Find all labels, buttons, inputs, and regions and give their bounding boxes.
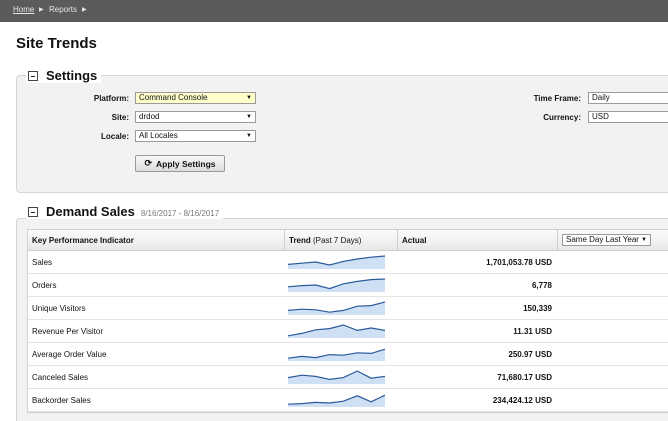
table-row: Revenue Per Visitor 11.31 USD xyxy=(28,320,668,343)
table-row: Unique Visitors 150,339 xyxy=(28,297,668,320)
currency-label: Currency: xyxy=(543,113,581,122)
breadcrumb-separator-icon: ▶ xyxy=(82,7,87,13)
apply-settings-button[interactable]: ⟳ Apply Settings xyxy=(135,155,225,172)
kpi-name: Sales xyxy=(32,258,53,267)
collapse-settings-toggle[interactable] xyxy=(28,70,38,81)
kpi-name: Canceled Sales xyxy=(32,373,89,382)
sparkline-chart xyxy=(287,348,386,361)
demand-sales-header: Demand Sales 8/16/2017 - 8/16/2017 xyxy=(26,204,224,219)
site-label: Site: xyxy=(111,113,129,122)
breadcrumb-separator-icon: ▶ xyxy=(39,7,44,13)
col-trend-subtitle: (Past 7 Days) xyxy=(313,236,362,245)
demand-sales-title: Demand Sales xyxy=(46,204,135,219)
settings-header: Settings xyxy=(26,68,102,83)
currency-select[interactable]: USD xyxy=(588,111,668,123)
kpi-name: Average Order Value xyxy=(32,350,107,359)
actual-value: 250.97 USD xyxy=(508,350,552,359)
chevron-down-icon: ▼ xyxy=(246,95,252,101)
table-row: Sales 1,701,053.78 USD xyxy=(28,251,668,274)
sparkline-chart xyxy=(287,278,386,292)
timeframe-value: Daily xyxy=(592,93,610,102)
compare-period-select[interactable]: Same Day Last Year ▼ xyxy=(562,234,651,246)
sparkline-chart xyxy=(287,370,386,384)
site-select[interactable]: drdod ▼ xyxy=(135,111,256,123)
platform-label: Platform: xyxy=(93,94,129,103)
table-row: Average Order Value 250.97 USD xyxy=(28,343,668,366)
settings-title: Settings xyxy=(46,68,98,83)
sparkline-area xyxy=(288,256,385,269)
actual-value: 150,339 xyxy=(523,304,552,313)
locale-value: All Locales xyxy=(139,131,178,140)
sparkline-chart xyxy=(287,324,386,338)
sparkline-chart xyxy=(287,301,386,315)
collapse-demand-toggle[interactable] xyxy=(28,206,38,217)
kpi-name: Backorder Sales xyxy=(32,396,91,405)
top-bar: Home ▶ Reports ▶ xyxy=(0,0,668,22)
chevron-down-icon: ▼ xyxy=(641,237,647,243)
chevron-down-icon: ▼ xyxy=(246,133,252,139)
timeframe-label: Time Frame: xyxy=(533,94,581,103)
kpi-name: Orders xyxy=(32,281,57,290)
actual-value: 11.31 USD xyxy=(513,327,552,336)
actual-value: 1,701,053.78 USD xyxy=(486,258,552,267)
table-row: Backorder Sales 234,424.12 USD xyxy=(28,389,668,412)
chevron-down-icon: ▼ xyxy=(246,114,252,120)
col-actual-header: Actual xyxy=(398,230,558,251)
kpi-name: Revenue Per Visitor xyxy=(32,327,103,336)
sparkline-area xyxy=(288,302,385,315)
platform-select[interactable]: Command Console ▼ xyxy=(135,92,256,104)
table-body: Sales 1,701,053.78 USD Orders 6,778 Unique V… xyxy=(28,251,668,412)
date-range: 8/16/2017 - 8/16/2017 xyxy=(140,208,220,218)
locale-select[interactable]: All Locales ▼ xyxy=(135,130,256,142)
currency-value: USD xyxy=(592,112,609,121)
compare-period-value: Same Day Last Year xyxy=(566,235,639,244)
actual-value: 71,680.17 USD xyxy=(497,373,552,382)
platform-value: Command Console xyxy=(139,93,208,102)
actual-value: 234,424.12 USD xyxy=(492,396,552,405)
sparkline-chart xyxy=(287,394,386,407)
table-row: Orders 6,778 xyxy=(28,274,668,297)
refresh-icon: ⟳ xyxy=(144,158,153,168)
table-row: Canceled Sales 71,680.17 USD xyxy=(28,366,668,389)
col-trend-header: Trend (Past 7 Days) xyxy=(285,230,398,251)
kpi-name: Unique Visitors xyxy=(32,304,86,313)
site-value: drdod xyxy=(139,112,160,121)
sparkline-chart xyxy=(287,255,386,269)
page-title: Site Trends xyxy=(16,35,97,52)
actual-value: 6,778 xyxy=(531,281,552,290)
breadcrumb-home-link[interactable]: Home xyxy=(13,5,34,14)
table-header: Key Performance Indicator Trend (Past 7 … xyxy=(28,230,668,251)
breadcrumb-reports: Reports xyxy=(49,5,78,14)
col-trend-title: Trend xyxy=(289,236,311,245)
trend-sparkline xyxy=(287,392,386,415)
col-kpi-header: Key Performance Indicator xyxy=(28,230,285,251)
apply-settings-label: Apply Settings xyxy=(156,158,216,169)
locale-label: Locale: xyxy=(100,132,129,141)
timeframe-select[interactable]: Daily xyxy=(588,92,668,104)
kpi-table: Key Performance Indicator Trend (Past 7 … xyxy=(27,229,668,413)
